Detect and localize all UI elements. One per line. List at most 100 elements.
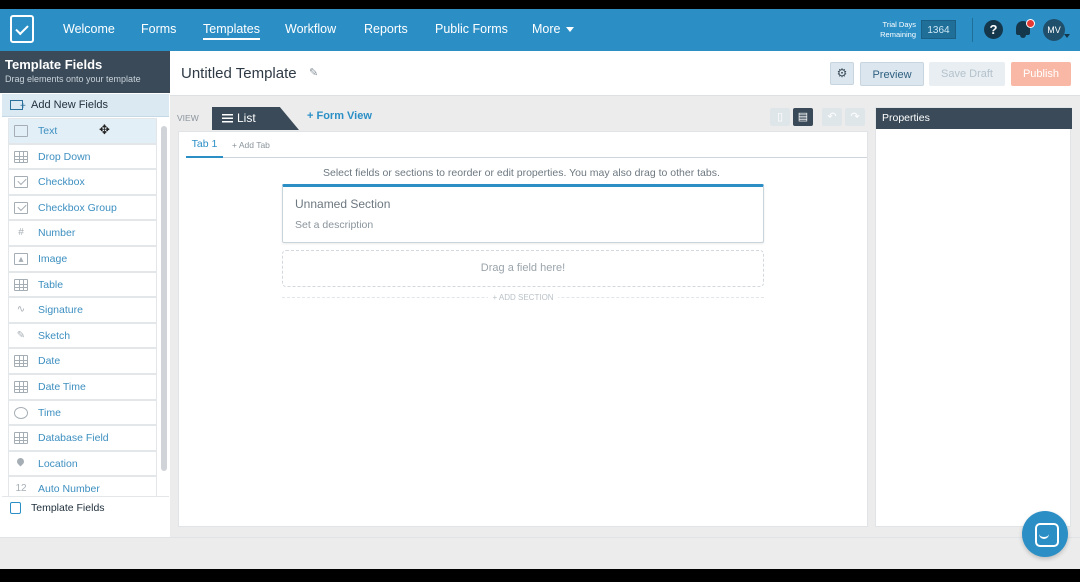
gear-icon: ⚙ bbox=[836, 66, 848, 80]
undo-button[interactable]: ↶ bbox=[822, 108, 842, 126]
add-field-icon bbox=[10, 100, 26, 111]
clock-icon bbox=[14, 406, 28, 419]
field-label: Sketch bbox=[38, 329, 71, 342]
nav-more[interactable]: More bbox=[532, 22, 575, 36]
field-item-number[interactable]: # Number bbox=[8, 220, 157, 246]
trial-days-count: 1364 bbox=[921, 20, 956, 39]
template-fields-icon bbox=[10, 502, 21, 514]
field-item-signature[interactable]: ∿ Signature bbox=[8, 297, 157, 323]
nav-templates[interactable]: Templates bbox=[203, 22, 260, 40]
drop-zone-text: Drag a field here! bbox=[480, 262, 566, 274]
nav-more-label: More bbox=[532, 22, 561, 36]
field-list: Text ✥ Drop Down Checkbox Checkbox Group… bbox=[8, 118, 157, 496]
checkbox-group-icon bbox=[14, 201, 28, 214]
notification-dot bbox=[1026, 19, 1035, 28]
list-view-label: List bbox=[237, 111, 256, 125]
nav-public-forms[interactable]: Public Forms bbox=[435, 22, 508, 36]
field-item-drop-down[interactable]: Drop Down bbox=[8, 143, 157, 170]
nav-welcome[interactable]: Welcome bbox=[63, 22, 115, 36]
publish-button[interactable]: Publish bbox=[1011, 62, 1071, 86]
field-label: Location bbox=[38, 457, 78, 470]
save-draft-button[interactable]: Save Draft bbox=[929, 62, 1005, 86]
location-pin-icon bbox=[14, 458, 28, 470]
preview-button[interactable]: Preview bbox=[860, 62, 924, 86]
form-view-link[interactable]: + Form View bbox=[307, 110, 372, 122]
nav-divider bbox=[972, 18, 973, 42]
calendar-icon bbox=[14, 355, 28, 368]
template-fields-sidebar: Template Fields Drag elements onto your … bbox=[0, 51, 170, 569]
section-name[interactable]: Unnamed Section bbox=[295, 197, 390, 211]
field-item-location[interactable]: Location bbox=[8, 450, 157, 477]
paste-button[interactable]: ▤ bbox=[793, 108, 813, 126]
field-item-table[interactable]: Table bbox=[8, 271, 157, 298]
field-label: Checkbox bbox=[38, 176, 85, 189]
undo-icon: ↶ bbox=[827, 111, 837, 123]
field-item-date-time[interactable]: Date Time bbox=[8, 373, 157, 400]
add-new-fields-button[interactable]: Add New Fields bbox=[2, 94, 169, 117]
sidebar-title: Template Fields bbox=[5, 57, 103, 72]
copy-icon: ▯ bbox=[776, 111, 784, 123]
add-section-button[interactable]: + ADD SECTION bbox=[282, 293, 764, 302]
copy-button[interactable]: ▯ bbox=[770, 108, 790, 126]
field-item-database-field[interactable]: Database Field bbox=[8, 425, 157, 451]
dropdown-icon bbox=[14, 150, 28, 163]
properties-header: Properties bbox=[876, 108, 1072, 129]
top-nav: Welcome Forms Templates Workflow Reports… bbox=[0, 9, 1080, 51]
chevron-down-icon[interactable] bbox=[1064, 34, 1070, 38]
add-new-fields-label: Add New Fields bbox=[31, 99, 109, 111]
template-fields-footer[interactable]: Template Fields bbox=[2, 496, 169, 518]
calendar-clock-icon bbox=[14, 380, 28, 393]
pencil-icon: ✎ bbox=[16, 329, 26, 341]
field-item-time[interactable]: Time bbox=[8, 399, 157, 426]
field-label: Date bbox=[38, 355, 61, 368]
field-drop-zone[interactable]: Drag a field here! bbox=[282, 250, 764, 287]
sidebar-header: Template Fields Drag elements onto your … bbox=[0, 51, 170, 93]
canvas-hint: Select fields or sections to reorder or … bbox=[323, 167, 720, 179]
table-icon bbox=[14, 278, 28, 291]
template-fields-footer-label: Template Fields bbox=[31, 502, 105, 514]
sidebar-subtitle: Drag elements onto your template bbox=[5, 74, 141, 84]
field-item-sketch[interactable]: ✎ Sketch bbox=[8, 322, 157, 349]
field-item-checkbox-group[interactable]: Checkbox Group bbox=[8, 194, 157, 221]
redo-button[interactable]: ↷ bbox=[845, 108, 865, 126]
redo-icon: ↷ bbox=[850, 111, 860, 123]
add-tab-button[interactable]: + Add Tab bbox=[232, 140, 270, 150]
nav-workflow[interactable]: Workflow bbox=[285, 22, 336, 36]
text-field-icon bbox=[14, 125, 28, 137]
tab-1[interactable]: Tab 1 bbox=[186, 138, 223, 158]
properties-panel: Properties bbox=[875, 107, 1072, 527]
field-item-image[interactable]: ▴ Image bbox=[8, 245, 157, 272]
field-item-text[interactable]: Text ✥ bbox=[8, 118, 157, 144]
field-label: Time bbox=[38, 406, 61, 419]
properties-title: Properties bbox=[882, 112, 930, 124]
field-label: Database Field bbox=[38, 432, 109, 445]
field-item-checkbox[interactable]: Checkbox bbox=[8, 169, 157, 195]
sidebar-scrollbar[interactable] bbox=[161, 126, 167, 471]
avatar[interactable]: MV bbox=[1043, 19, 1065, 41]
auto-number-icon: 12 bbox=[15, 483, 27, 495]
field-item-date[interactable]: Date bbox=[8, 348, 157, 374]
field-label: Date Time bbox=[38, 380, 86, 393]
template-title[interactable]: Untitled Template bbox=[181, 65, 297, 82]
field-label: Drop Down bbox=[38, 150, 91, 163]
settings-button[interactable]: ⚙ bbox=[830, 62, 854, 85]
field-item-auto-number[interactable]: 12 Auto Number bbox=[8, 476, 157, 496]
trial-days-label: Trial Days Remaining bbox=[880, 20, 916, 39]
image-icon: ▴ bbox=[14, 252, 28, 265]
field-label: Image bbox=[38, 252, 68, 265]
help-icon[interactable]: ? bbox=[984, 20, 1003, 39]
chat-icon[interactable] bbox=[1022, 511, 1068, 557]
hash-icon: # bbox=[18, 227, 24, 239]
logo-icon[interactable] bbox=[10, 15, 34, 43]
move-cursor-icon: ✥ bbox=[99, 122, 110, 137]
add-section-divider: + ADD SECTION bbox=[282, 293, 764, 309]
pencil-icon[interactable]: ✎ bbox=[309, 68, 319, 79]
section-card[interactable]: Unnamed Section Set a description bbox=[282, 184, 764, 243]
add-section-label: + ADD SECTION bbox=[488, 293, 558, 302]
view-label: VIEW bbox=[177, 113, 199, 123]
nav-forms[interactable]: Forms bbox=[141, 22, 176, 36]
field-label: Checkbox Group bbox=[38, 201, 117, 214]
nav-reports[interactable]: Reports bbox=[364, 22, 408, 36]
section-description[interactable]: Set a description bbox=[295, 219, 373, 231]
field-label: Number bbox=[38, 227, 76, 240]
